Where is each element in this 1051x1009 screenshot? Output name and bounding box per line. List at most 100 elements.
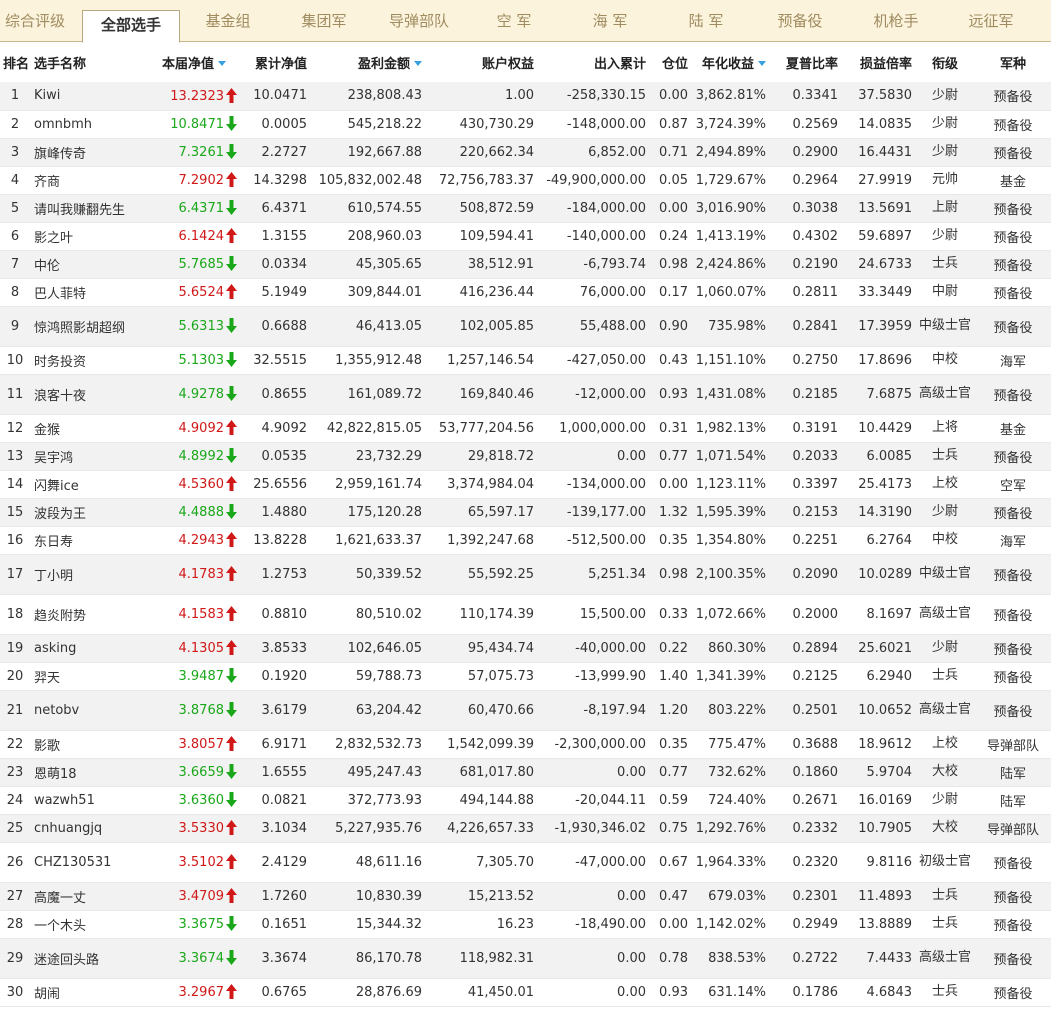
current-nav-value: 7.3261: [178, 145, 225, 160]
player-name-link[interactable]: netobv: [30, 690, 148, 731]
table-row[interactable]: 7 中伦 5.7685 0.0334 45,305.65 38,512.91 -…: [0, 250, 1051, 279]
player-name-link[interactable]: 中伦: [30, 250, 148, 279]
tab-reserve[interactable]: 预备役: [764, 0, 836, 42]
table-row[interactable]: 1 Kiwi 13.2323 10.0471 238,808.43 1.00 -…: [0, 82, 1051, 111]
table-row[interactable]: 29 迷途回头路 3.3674 3.3674 86,170.78 118,982…: [0, 938, 1051, 979]
table-row[interactable]: 24 wazwh51 3.6360 0.0821 372,773.93 494,…: [0, 786, 1051, 815]
player-name-link[interactable]: 一个木头: [30, 910, 148, 939]
player-name-link[interactable]: 影之叶: [30, 222, 148, 251]
player-name-link[interactable]: 浪客十夜: [30, 374, 148, 415]
table-row[interactable]: 20 羿天 3.9487 0.1920 59,788.73 57,075.73 …: [0, 662, 1051, 691]
sort-desc-icon[interactable]: [758, 60, 766, 66]
col-header-equity[interactable]: 账户权益: [425, 42, 537, 82]
table-row[interactable]: 5 请叫我赚翻先生 6.4371 6.4371 610,574.55 508,8…: [0, 194, 1051, 223]
cumulative-nav-cell: 5.1949: [240, 278, 310, 307]
player-name-link[interactable]: asking: [30, 634, 148, 663]
net-flow-cell: -258,330.15: [537, 82, 649, 111]
player-name-link[interactable]: wazwh51: [30, 786, 148, 815]
table-row[interactable]: 6 影之叶 6.1424 1.3155 208,960.03 109,594.4…: [0, 222, 1051, 251]
tab-machine-gunner[interactable]: 机枪手: [858, 0, 934, 42]
col-header-net-flow[interactable]: 出入累计: [537, 42, 649, 82]
tab-air-force[interactable]: 空 军: [478, 0, 550, 42]
table-row[interactable]: 19 asking 4.1305 3.8533 102,646.05 95,43…: [0, 634, 1051, 663]
table-row[interactable]: 4 齐商 7.2902 14.3298 105,832,002.48 72,75…: [0, 166, 1051, 195]
player-name-link[interactable]: 东日寿: [30, 526, 148, 555]
table-row[interactable]: 15 波段为王 4.4888 1.4880 175,120.28 65,597.…: [0, 498, 1051, 527]
col-header-sharpe[interactable]: 夏普比率: [769, 42, 841, 82]
tab-navy[interactable]: 海 军: [574, 0, 646, 42]
cumulative-nav-cell: 0.0334: [240, 250, 310, 279]
col-header-rank-title[interactable]: 衔级: [915, 42, 975, 82]
table-row[interactable]: 10 时务投资 5.1303 32.5515 1,355,912.48 1,25…: [0, 346, 1051, 375]
player-name-link[interactable]: 趋炎附势: [30, 594, 148, 635]
annual-return-cell: 1,060.07%: [691, 278, 769, 307]
net-flow-cell: -13,999.90: [537, 662, 649, 691]
col-header-position[interactable]: 仓位: [649, 42, 691, 82]
table-row[interactable]: 9 惊鸿照影胡超纲 5.6313 0.6688 46,413.05 102,00…: [0, 306, 1051, 347]
table-row[interactable]: 27 高魔一丈 3.4709 1.7260 10,830.39 15,213.5…: [0, 882, 1051, 911]
sort-desc-icon[interactable]: [414, 60, 422, 66]
player-name-link[interactable]: 时务投资: [30, 346, 148, 375]
player-name-link[interactable]: 请叫我赚翻先生: [30, 194, 148, 223]
tab-group-army[interactable]: 集团军: [286, 0, 362, 42]
tab-expedition-force[interactable]: 远征军: [953, 0, 1029, 42]
player-name-link[interactable]: 恩萌18: [30, 758, 148, 787]
tab-all-players[interactable]: 全部选手: [82, 10, 180, 43]
equity-cell: 169,840.46: [425, 374, 537, 415]
table-row[interactable]: 22 影歌 3.8057 6.9171 2,832,532.73 1,542,0…: [0, 730, 1051, 759]
player-name-link[interactable]: 吴宇鸿: [30, 442, 148, 471]
tab-army[interactable]: 陆 军: [670, 0, 742, 42]
table-row[interactable]: 8 巴人菲特 5.6524 5.1949 309,844.01 416,236.…: [0, 278, 1051, 307]
player-name-link[interactable]: 齐商: [30, 166, 148, 195]
table-row[interactable]: 23 恩萌18 3.6659 1.6555 495,247.43 681,017…: [0, 758, 1051, 787]
table-row[interactable]: 3 旗峰传奇 7.3261 2.2727 192,667.88 220,662.…: [0, 138, 1051, 167]
player-name-link[interactable]: CHZ130531: [30, 842, 148, 883]
player-name-link[interactable]: 旗峰传奇: [30, 138, 148, 167]
table-row[interactable]: 18 趋炎附势 4.1583 0.8810 80,510.02 110,174.…: [0, 594, 1051, 635]
player-name-link[interactable]: 惊鸿照影胡超纲: [30, 306, 148, 347]
player-name-link[interactable]: cnhuangjq: [30, 814, 148, 843]
position-cell: 0.77: [649, 758, 691, 787]
col-header-rank[interactable]: 排名: [0, 42, 30, 82]
tab-missile-force[interactable]: 导弹部队: [374, 0, 464, 42]
player-name-link[interactable]: 丁小明: [30, 554, 148, 595]
current-nav-cell: 5.6524: [148, 278, 240, 307]
table-row[interactable]: 26 CHZ130531 3.5102 2.4129 48,611.16 7,3…: [0, 842, 1051, 883]
tab-overall-rating[interactable]: 综合评级: [0, 0, 70, 42]
table-row[interactable]: 16 东日寿 4.2943 13.8228 1,621,633.37 1,392…: [0, 526, 1051, 555]
sort-desc-icon[interactable]: [218, 60, 226, 66]
player-name-link[interactable]: 高魔一丈: [30, 882, 148, 911]
tab-fund-group[interactable]: 基金组: [190, 0, 266, 42]
table-row[interactable]: 17 丁小明 4.1783 1.2753 50,339.52 55,592.25…: [0, 554, 1051, 595]
col-header-profit-loss-ratio[interactable]: 损益倍率: [841, 42, 915, 82]
rank-title-cell: 少尉: [915, 138, 975, 167]
player-name-link[interactable]: 迷途回头路: [30, 938, 148, 979]
col-header-profit[interactable]: 盈利金额: [310, 42, 425, 82]
player-name-link[interactable]: 影歌: [30, 730, 148, 759]
player-name-link[interactable]: 胡闹: [30, 978, 148, 1007]
col-header-annual-return[interactable]: 年化收益: [691, 42, 769, 82]
table-row[interactable]: 25 cnhuangjq 3.5330 3.1034 5,227,935.76 …: [0, 814, 1051, 843]
sharpe-cell: 0.2090: [769, 554, 841, 595]
player-name-link[interactable]: Kiwi: [30, 82, 148, 111]
table-row[interactable]: 14 闪舞ice 4.5360 25.6556 2,959,161.74 3,3…: [0, 470, 1051, 499]
col-header-branch[interactable]: 军种: [975, 42, 1051, 82]
col-header-player-name[interactable]: 选手名称: [30, 42, 148, 82]
col-header-current-nav[interactable]: 本届净值: [148, 42, 240, 82]
table-row[interactable]: 13 吴宇鸿 4.8992 0.0535 23,732.29 29,818.72…: [0, 442, 1051, 471]
player-name-link[interactable]: 波段为王: [30, 498, 148, 527]
player-name-link[interactable]: 羿天: [30, 662, 148, 691]
player-name-link[interactable]: 金猴: [30, 414, 148, 443]
col-header-cumulative-nav[interactable]: 累计净值: [240, 42, 310, 82]
table-row[interactable]: 12 金猴 4.9092 4.9092 42,822,815.05 53,777…: [0, 414, 1051, 443]
player-name-link[interactable]: 巴人菲特: [30, 278, 148, 307]
player-name-link[interactable]: 闪舞ice: [30, 470, 148, 499]
table-row[interactable]: 28 一个木头 3.3675 0.1651 15,344.32 16.23 -1…: [0, 910, 1051, 939]
current-nav-cell: 7.3261: [148, 138, 240, 167]
table-row[interactable]: 2 omnbmh 10.8471 0.0005 545,218.22 430,7…: [0, 110, 1051, 139]
player-name-link[interactable]: omnbmh: [30, 110, 148, 139]
rank-cell: 16: [0, 526, 30, 555]
table-row[interactable]: 21 netobv 3.8768 3.6179 63,204.42 60,470…: [0, 690, 1051, 731]
table-row[interactable]: 11 浪客十夜 4.9278 0.8655 161,089.72 169,840…: [0, 374, 1051, 415]
table-row[interactable]: 30 胡闹 3.2967 0.6765 28,876.69 41,450.01 …: [0, 978, 1051, 1007]
